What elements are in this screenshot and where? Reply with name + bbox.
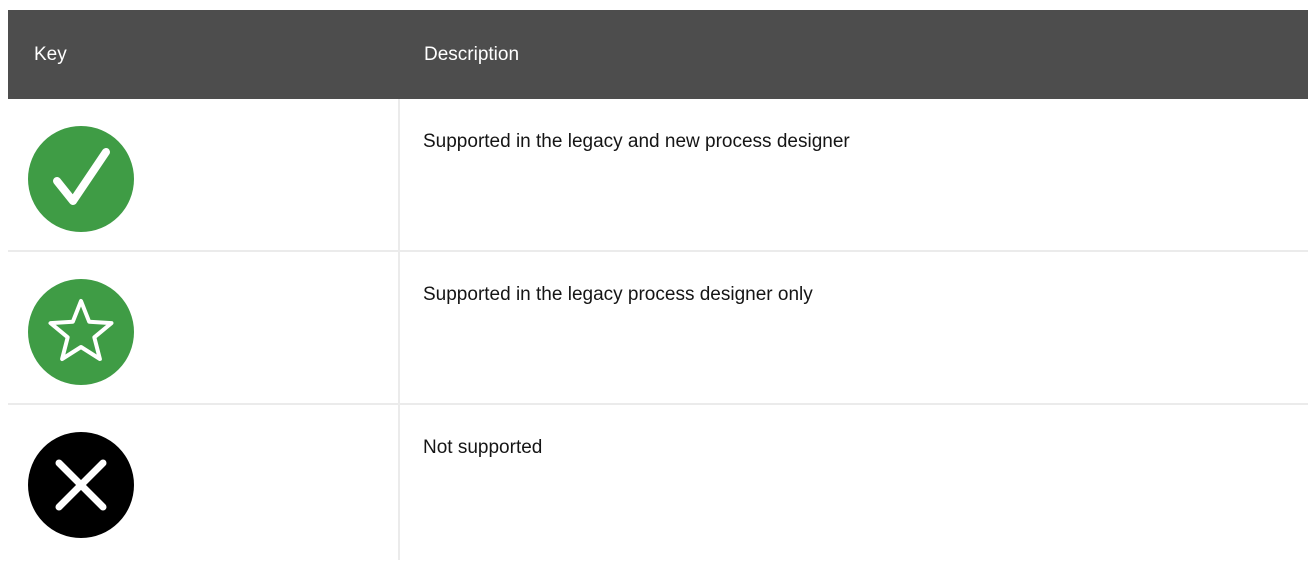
x-circle-icon [28, 432, 134, 538]
star-circle-icon [28, 279, 134, 385]
table-row: Supported in the legacy process designer… [8, 252, 1308, 405]
table-header: Key Description [8, 10, 1308, 99]
key-cell [8, 405, 400, 560]
key-cell [8, 252, 400, 403]
key-cell [8, 99, 400, 250]
description-cell: Supported in the legacy and new process … [423, 131, 850, 152]
header-description: Description [424, 43, 520, 65]
header-key: Key [34, 43, 67, 65]
description-cell: Supported in the legacy process designer… [423, 284, 813, 305]
table-row: Not supported [8, 405, 1308, 560]
check-circle-icon [28, 126, 134, 232]
description-cell: Not supported [423, 437, 543, 458]
legend-table: Key Description Supported in the legacy … [8, 10, 1308, 560]
table-row: Supported in the legacy and new process … [8, 99, 1308, 252]
